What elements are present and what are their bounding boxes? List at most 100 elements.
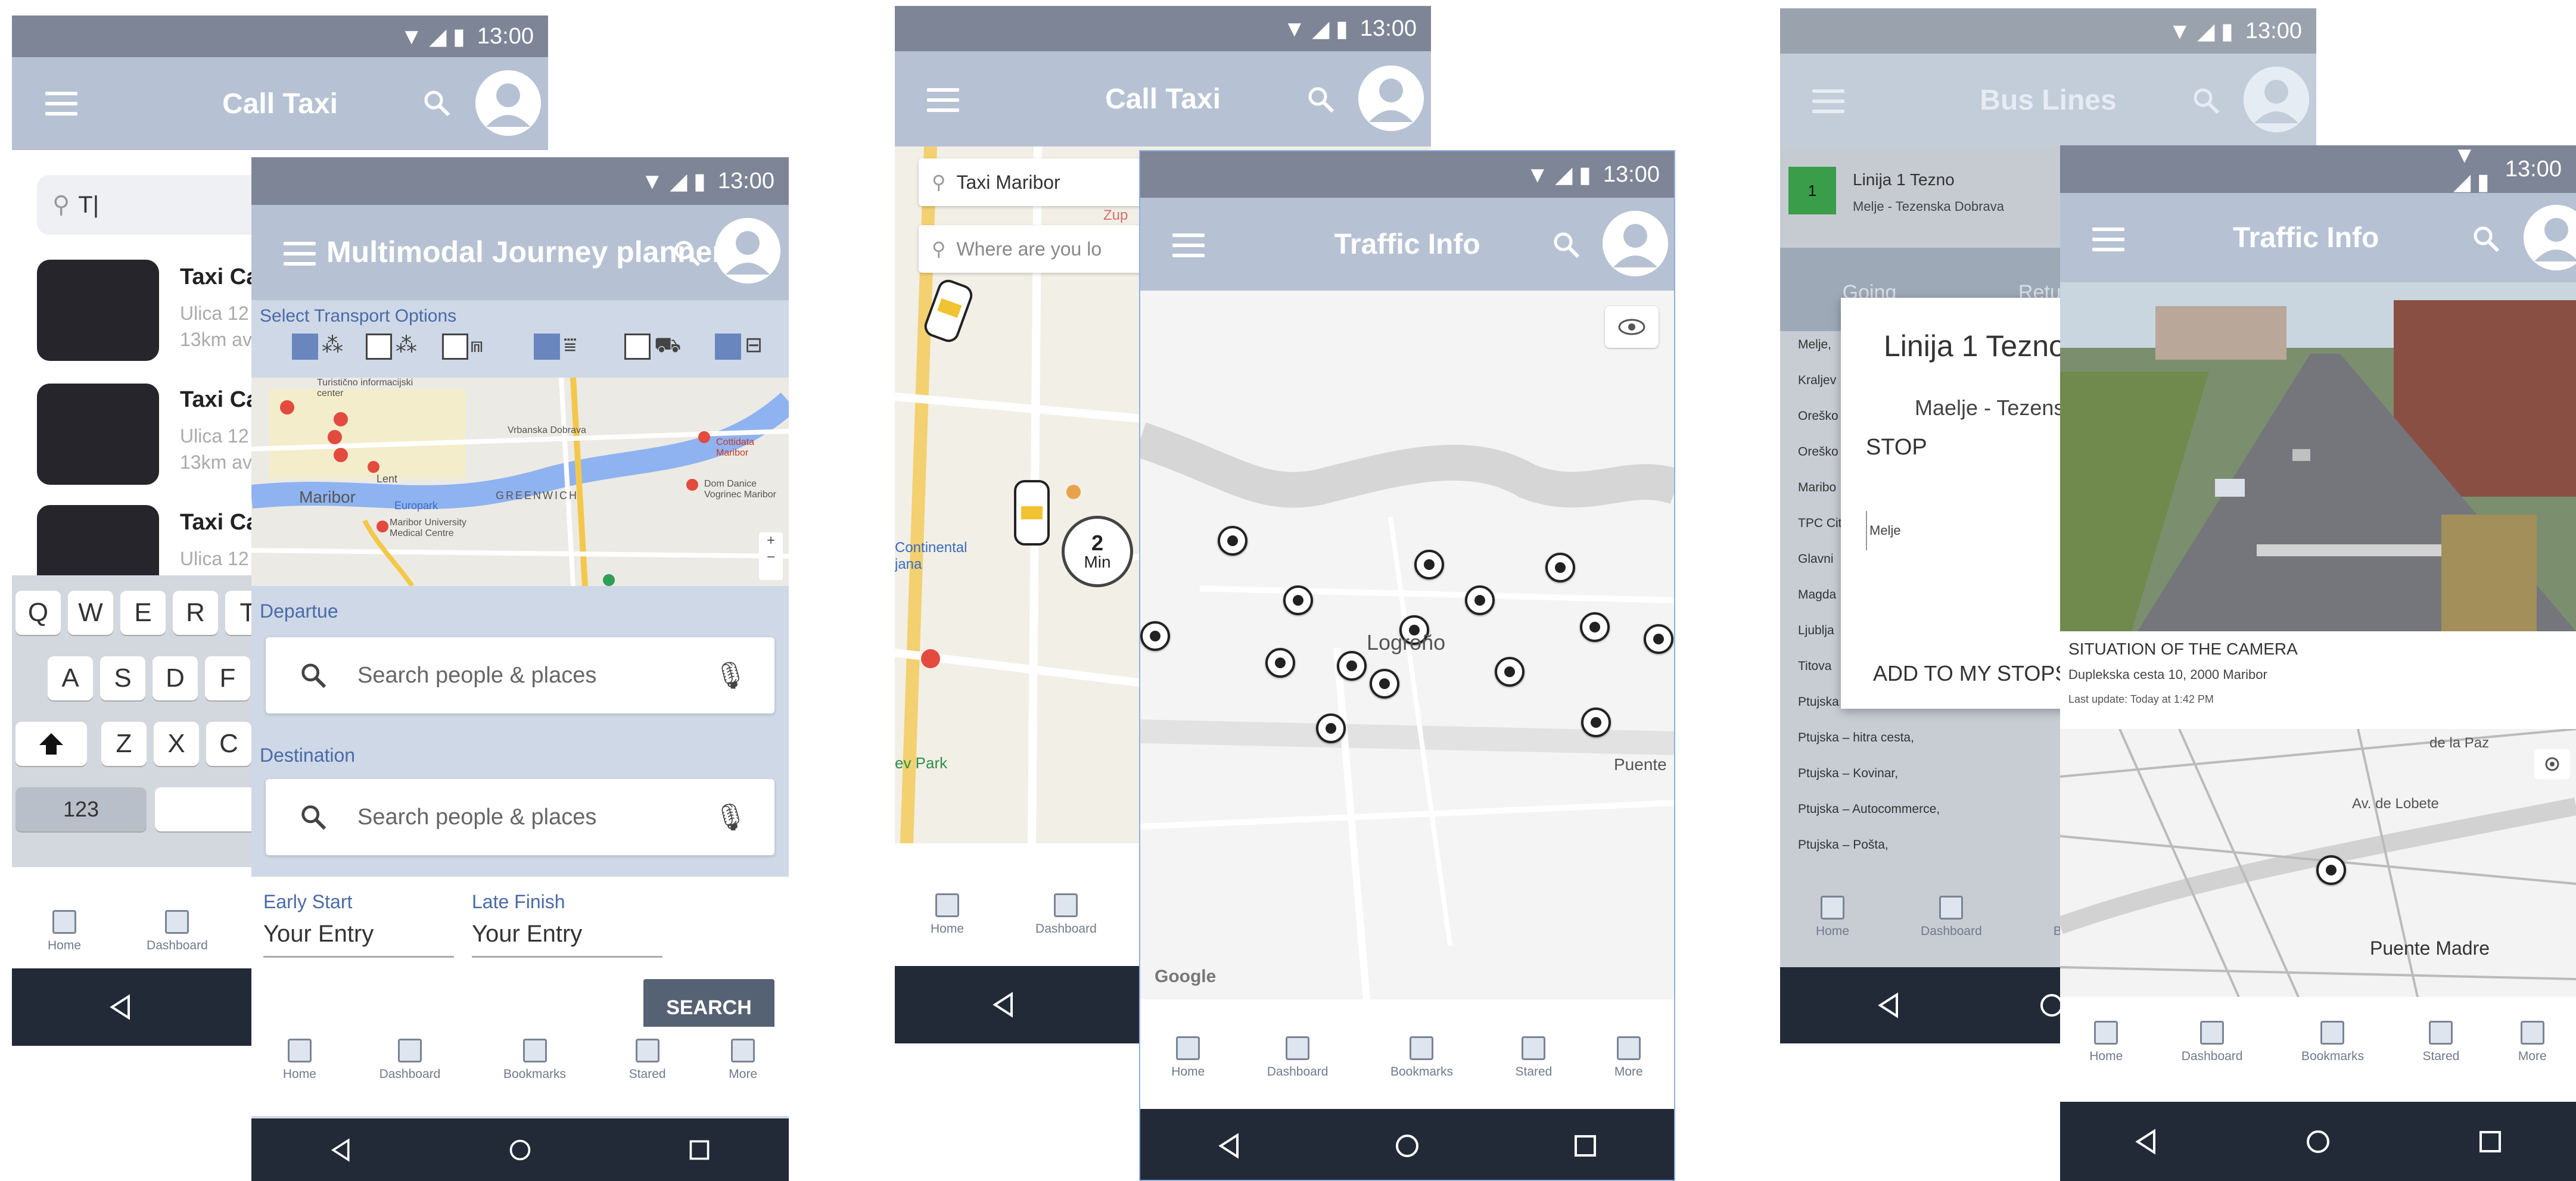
transport-checkbox-taxi[interactable] [624,334,651,360]
menu-icon[interactable] [927,88,959,112]
camera-image[interactable] [2060,282,2576,631]
back-icon[interactable] [107,994,133,1020]
traffic-camera-marker[interactable] [1218,526,1247,556]
search-icon[interactable] [672,238,702,268]
traffic-camera-marker[interactable] [1495,657,1525,687]
menu-icon[interactable] [1172,233,1205,257]
traffic-camera-marker[interactable] [1316,713,1346,743]
late-finish-input[interactable]: Your Entry [472,921,662,958]
nav-dashboard[interactable]: Dashboard [147,910,208,953]
recent-apps-icon[interactable] [687,1138,711,1162]
key-d[interactable]: D [153,656,198,700]
camera-map[interactable]: Av. de Lobete de la Paz Puente Madre [2060,729,2576,997]
nav-home[interactable]: Home [283,1039,316,1082]
back-icon[interactable] [1875,992,1902,1018]
nav-dashboard[interactable]: Dashboard [1035,893,1097,936]
home-circle-icon[interactable] [2305,1129,2331,1155]
transport-checkbox-walk[interactable] [442,334,468,360]
back-icon[interactable] [990,992,1016,1018]
transport-checkbox-bus[interactable] [292,334,318,360]
numbers-key[interactable]: 123 [15,787,147,831]
avatar[interactable] [2524,205,2576,270]
traffic-camera-marker[interactable] [1140,621,1170,651]
transport-checkbox-car[interactable] [534,334,560,360]
nav-bookmarks[interactable]: Bookmarks [503,1039,566,1082]
search-icon[interactable] [2191,86,2221,116]
nav-home[interactable]: Home [931,893,964,936]
search-icon[interactable] [422,88,452,118]
key-q[interactable]: Q [15,591,61,635]
nav-bookmarks[interactable]: Bookmarks [2301,1021,2364,1064]
microphone-icon[interactable]: 🎙 [714,660,747,691]
traffic-camera-marker[interactable] [1545,553,1575,582]
nav-home[interactable]: Home [48,910,81,953]
nav-home[interactable]: Home [2089,1021,2123,1064]
back-icon[interactable] [1216,1132,1242,1159]
locate-button[interactable] [1605,306,1659,348]
nav-stared[interactable]: Stared [2422,1021,2459,1064]
traffic-camera-marker[interactable] [1283,585,1313,615]
nav-bookmarks[interactable]: Bookmarks [1390,1036,1453,1079]
back-icon[interactable] [2133,1128,2159,1155]
key-s[interactable]: S [100,656,145,700]
nav-dashboard[interactable]: Dashboard [1921,896,1982,939]
traffic-camera-marker[interactable] [1370,669,1399,699]
journey-map[interactable]: Turistično informacijski center Maribor … [251,378,789,586]
traffic-camera-marker[interactable] [1265,648,1295,678]
menu-icon[interactable] [2092,228,2124,251]
taxi-name[interactable]: Taxi Ca [180,264,259,290]
key-a[interactable]: A [48,656,93,700]
key-w[interactable]: W [68,591,113,635]
microphone-icon[interactable]: 🎙 [714,802,747,833]
key-c[interactable]: C [206,722,251,766]
back-icon[interactable] [329,1138,353,1162]
nav-more[interactable]: More [729,1039,757,1082]
nav-more[interactable]: More [1614,1036,1643,1079]
search-icon[interactable] [1306,85,1336,114]
nav-more[interactable]: More [2518,1021,2547,1064]
traffic-camera-marker[interactable] [1337,651,1367,681]
nav-dashboard[interactable]: Dashboard [2182,1021,2242,1064]
nav-home[interactable]: Home [1816,896,1849,939]
recent-apps-icon[interactable] [1572,1133,1598,1159]
recent-apps-icon[interactable] [2477,1129,2503,1155]
nav-stared[interactable]: Stared [1515,1036,1552,1079]
nav-dashboard[interactable]: Dashboard [1267,1036,1328,1079]
search-icon[interactable] [1551,230,1581,260]
locate-button[interactable] [2534,749,2570,779]
menu-icon[interactable] [45,92,77,116]
key-e[interactable]: E [120,591,166,635]
traffic-camera-marker[interactable] [1465,585,1495,615]
transport-checkbox-train[interactable] [715,334,741,360]
traffic-camera-marker[interactable] [1581,708,1611,737]
menu-icon[interactable] [284,242,316,266]
menu-icon[interactable] [1812,89,1844,113]
search-icon[interactable] [2471,224,2501,254]
shift-key[interactable] [15,722,87,766]
avatar[interactable] [715,218,780,283]
nav-home[interactable]: Home [1171,1036,1205,1079]
traffic-map[interactable]: Logroño Puente Google [1140,291,1674,999]
traffic-camera-marker[interactable] [2316,855,2346,885]
key-f[interactable]: F [205,656,250,700]
key-r[interactable]: R [173,591,218,635]
nav-stared[interactable]: Stared [629,1039,666,1082]
home-circle-icon[interactable] [1394,1133,1420,1159]
traffic-camera-marker[interactable] [1414,550,1444,579]
traffic-camera-marker[interactable] [1580,612,1610,642]
dialog-stop-item[interactable]: Melje [1866,511,1901,550]
traffic-camera-marker[interactable] [1644,624,1673,654]
destination-search-field[interactable]: Search people & places 🎙 [266,779,774,855]
avatar[interactable] [1603,211,1668,276]
taxi-name[interactable]: Taxi Ca [180,387,259,413]
avatar[interactable] [475,70,541,136]
add-to-my-stops-button[interactable]: ADD TO MY STOPS [1873,661,2069,686]
key-z[interactable]: Z [101,722,147,766]
nav-dashboard[interactable]: Dashboard [379,1039,440,1082]
key-x[interactable]: X [154,722,199,766]
taxi-name[interactable]: Taxi Ca [180,510,259,535]
early-start-input[interactable]: Your Entry [263,921,454,958]
map-zoom-controls[interactable]: + − [759,532,783,580]
taxi-car-icon[interactable] [1014,480,1050,546]
departure-search-field[interactable]: Search people & places 🎙 [266,637,774,713]
